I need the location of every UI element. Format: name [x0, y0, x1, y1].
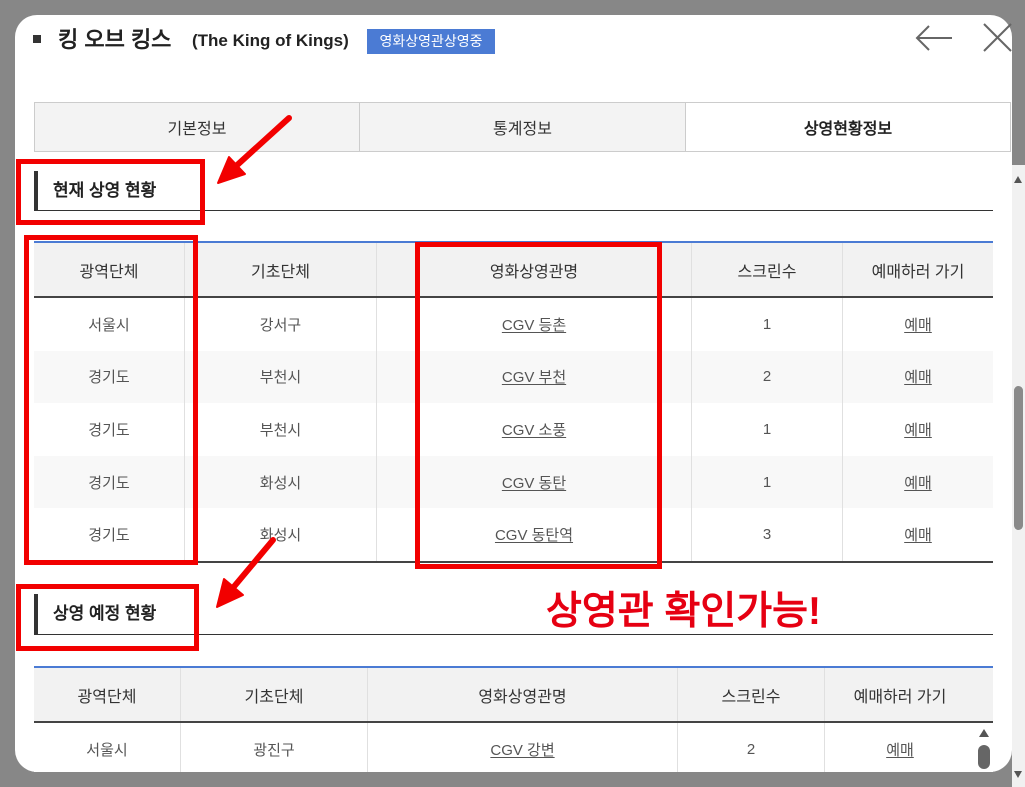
column-header-booking: 예매하러 가기 — [871, 263, 965, 281]
column-header-region: 광역단체 — [34, 668, 181, 721]
movie-title: 킹 오브 킹스 — [58, 27, 172, 52]
annotation-box-theater-column — [415, 242, 662, 569]
booking-cell: 예매 — [843, 298, 993, 351]
column-header-theater: 영화상영관명 — [368, 668, 678, 721]
annotation-box-region-column — [24, 235, 198, 565]
column-header-screens: 스크린수 — [692, 243, 843, 296]
booking-link[interactable]: 예매 — [904, 472, 932, 493]
booking-cell: 예매 — [843, 508, 993, 561]
table-row: 서울시 광진구 CGV 강변 2 예매 — [34, 723, 993, 772]
booking-link[interactable]: 예매 — [886, 739, 914, 760]
district-cell: 부천시 — [185, 350, 377, 404]
screen-count-cell: 2 — [692, 350, 843, 404]
booking-cell: 예매 — [843, 351, 993, 404]
column-header-district: 기초단체 — [181, 668, 368, 721]
title-bullet — [33, 35, 41, 43]
arrow-left-icon[interactable] — [915, 24, 953, 52]
annotation-box-upcoming-heading — [16, 584, 199, 651]
annotation-box-current-heading — [16, 159, 205, 225]
annotation-callout-text: 상영관 확인가능! — [546, 590, 821, 633]
scroll-up-arrow-icon[interactable] — [1014, 176, 1022, 183]
booking-cell: 예매 — [843, 456, 993, 509]
region-cell: 서울시 — [34, 723, 181, 772]
district-cell: 광진구 — [181, 723, 368, 772]
district-cell: 강서구 — [185, 298, 377, 351]
tab-screening-status[interactable]: 상영현황정보 — [685, 103, 1010, 151]
screen-count-cell: 3 — [692, 508, 843, 561]
theater-cell: CGV 강변 — [368, 723, 678, 772]
screen-count-cell: 2 — [678, 723, 825, 772]
district-cell: 화성시 — [185, 508, 377, 561]
district-cell: 화성시 — [185, 455, 377, 509]
booking-link[interactable]: 예매 — [904, 366, 932, 387]
status-badge: 영화상영관상영중 — [367, 29, 495, 54]
close-icon[interactable] — [982, 22, 1013, 53]
district-cell: 부천시 — [185, 403, 377, 456]
tab-basic-info[interactable]: 기본정보 — [35, 103, 359, 151]
screen-count-cell: 1 — [692, 403, 843, 456]
screen-count-cell: 1 — [692, 455, 843, 509]
inner-scroll-up-arrow-icon[interactable] — [979, 729, 989, 737]
tab-bar: 기본정보 통계정보 상영현황정보 — [34, 102, 1011, 152]
page-scrollbar[interactable] — [1012, 165, 1025, 787]
upcoming-table-viewport: 광역단체 기초단체 영화상영관명 스크린수 예매하러 가기 서울시 광진구 CG… — [15, 666, 1012, 772]
booking-link[interactable]: 예매 — [904, 314, 932, 335]
screen-count-cell: 1 — [692, 298, 843, 351]
upcoming-screening-table: 광역단체 기초단체 영화상영관명 스크린수 예매하러 가기 서울시 광진구 CG… — [34, 666, 993, 772]
booking-link[interactable]: 예매 — [904, 524, 932, 545]
scrollbar-thumb[interactable] — [1014, 386, 1023, 530]
tab-statistics[interactable]: 통계정보 — [359, 103, 685, 151]
scroll-down-arrow-icon[interactable] — [1014, 771, 1022, 778]
booking-cell: 예매 — [843, 403, 993, 456]
column-header-booking: 예매하러 가기 — [853, 688, 947, 706]
inner-scrollbar-thumb[interactable] — [978, 745, 990, 769]
column-header-screens: 스크린수 — [678, 668, 825, 721]
table-header-row: 광역단체 기초단체 영화상영관명 스크린수 예매하러 가기 — [34, 668, 993, 723]
movie-title-english: (The King of Kings) — [192, 31, 349, 50]
booking-link[interactable]: 예매 — [904, 419, 932, 440]
column-header-district: 기초단체 — [185, 243, 377, 296]
theater-link[interactable]: CGV 강변 — [490, 739, 554, 760]
booking-cell: 예매 — [825, 723, 993, 772]
